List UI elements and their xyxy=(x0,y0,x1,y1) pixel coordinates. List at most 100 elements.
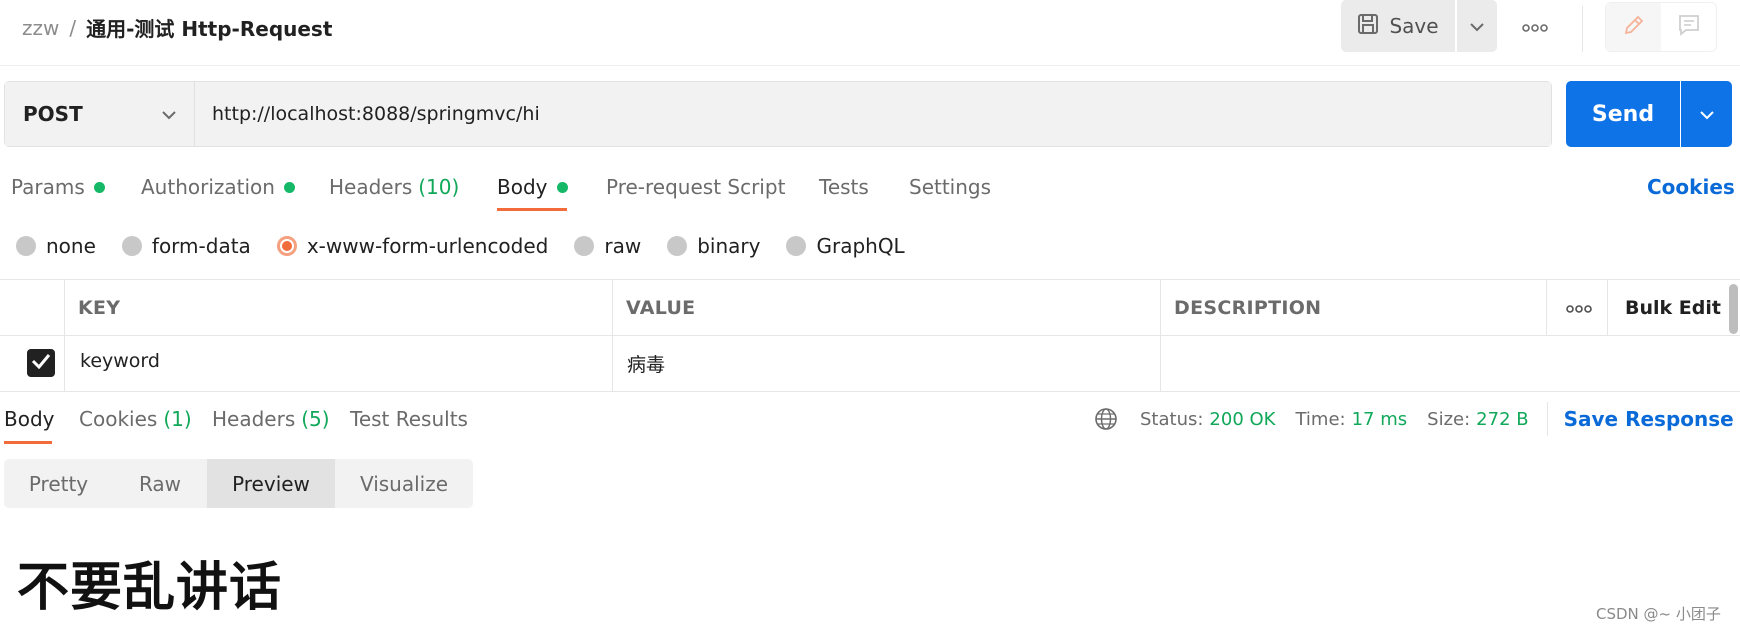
radio-raw[interactable]: raw xyxy=(574,234,641,258)
tab-response-body[interactable]: Body xyxy=(4,404,55,434)
radio-circle xyxy=(786,236,807,256)
table-row xyxy=(0,336,1740,392)
active-response-tab-indicator xyxy=(4,441,52,444)
request-tabs: Params Authorization Headers (10) Body P… xyxy=(0,172,1740,212)
view-tab-raw[interactable]: Raw xyxy=(113,459,207,508)
radio-graphql[interactable]: GraphQL xyxy=(786,234,905,258)
radio-circle xyxy=(574,236,595,256)
radio-form-data[interactable]: form-data xyxy=(121,234,251,258)
radio-binary[interactable]: binary xyxy=(667,234,760,258)
tab-settings[interactable]: Settings xyxy=(909,172,991,202)
method-label: POST xyxy=(23,102,83,126)
column-divider xyxy=(1607,280,1608,336)
cookies-link[interactable]: Cookies xyxy=(1647,172,1735,202)
method-select[interactable]: POST xyxy=(5,82,195,146)
status-divider xyxy=(1546,402,1548,436)
column-divider xyxy=(612,280,613,392)
watermark: CSDN @~ 小团子 xyxy=(1596,605,1721,623)
radio-none[interactable]: none xyxy=(16,234,96,258)
size-value[interactable]: 272 B xyxy=(1476,409,1528,430)
send-button-group: Send xyxy=(1566,81,1732,147)
chevron-down-icon xyxy=(162,105,176,124)
column-divider xyxy=(64,280,65,392)
pencil-icon xyxy=(1622,13,1646,41)
tab-response-headers[interactable]: Headers (5) xyxy=(212,404,330,434)
send-button[interactable]: Send xyxy=(1566,81,1680,147)
radio-circle xyxy=(667,236,688,256)
tab-label: Headers xyxy=(329,175,413,199)
comment-icon xyxy=(1677,13,1701,41)
tab-label: Pre-request Script xyxy=(606,175,786,199)
tab-label: Cookies xyxy=(79,407,158,431)
radio-label: x-www-form-urlencoded xyxy=(306,234,549,258)
radio-x-www-form-urlencoded[interactable]: x-www-form-urlencoded xyxy=(276,234,549,258)
globe-icon[interactable] xyxy=(1094,407,1118,431)
tab-tests[interactable]: Tests xyxy=(819,172,869,202)
tab-response-cookies[interactable]: Cookies (1) xyxy=(79,404,192,434)
tab-test-results[interactable]: Test Results xyxy=(350,404,468,434)
comments-button[interactable] xyxy=(1661,3,1716,51)
more-horizontal-icon xyxy=(1566,298,1592,317)
radio-label: GraphQL xyxy=(816,234,905,258)
side-panel-toggles xyxy=(1605,2,1717,52)
tab-label: Params xyxy=(11,175,85,199)
radio-label: raw xyxy=(604,234,642,258)
tab-label: Authorization xyxy=(141,175,275,199)
status-label: Status: xyxy=(1140,408,1204,430)
status-value[interactable]: 200 OK xyxy=(1209,409,1275,430)
tab-headers[interactable]: Headers (10) xyxy=(329,172,459,202)
size-label: Size: xyxy=(1427,408,1471,430)
more-horizontal-icon xyxy=(1522,17,1548,36)
tab-count: (1) xyxy=(163,407,192,431)
url-input[interactable] xyxy=(195,82,1551,146)
radio-circle xyxy=(16,236,36,256)
bulk-edit-button[interactable]: Bulk Edit xyxy=(1625,297,1721,319)
body-type-radio-group: none form-data x-www-form-urlencoded raw… xyxy=(16,231,931,261)
table-options-button[interactable] xyxy=(1564,295,1594,319)
tab-label: Body xyxy=(4,407,55,431)
edit-docs-button[interactable] xyxy=(1606,3,1661,51)
tab-label: Body xyxy=(497,175,548,199)
header-divider xyxy=(1582,6,1583,52)
tab-body[interactable]: Body xyxy=(497,172,568,202)
params-scrollbar[interactable] xyxy=(1729,284,1738,334)
response-status-bar: Status: 200 OK Time: 17 ms Size: 272 B S… xyxy=(1094,402,1740,436)
tab-pre-request-script[interactable]: Pre-request Script xyxy=(606,172,785,202)
more-options-button[interactable] xyxy=(1518,14,1552,38)
params-table: KEY VALUE DESCRIPTION Bulk Edit keyword … xyxy=(0,279,1740,392)
tab-label: Headers xyxy=(212,407,296,431)
breadcrumb-workspace[interactable]: zzw xyxy=(22,16,59,40)
active-tab-indicator xyxy=(497,208,567,211)
tab-params[interactable]: Params xyxy=(11,172,105,202)
tab-authorization[interactable]: Authorization xyxy=(141,172,295,202)
tab-count: (10) xyxy=(418,175,460,199)
response-preview-content: 不要乱讲话 xyxy=(17,558,283,618)
row-enabled-checkbox[interactable] xyxy=(27,349,55,377)
save-response-button[interactable]: Save Response xyxy=(1564,407,1740,431)
chevron-down-icon xyxy=(1699,105,1714,124)
checkmark-icon xyxy=(31,353,51,373)
response-view-tabs: Pretty Raw Preview Visualize xyxy=(4,459,473,508)
view-tab-preview[interactable]: Preview xyxy=(207,459,335,508)
request-header: zzw / 通用-测试 Http-Request Save xyxy=(0,0,1740,66)
radio-circle xyxy=(121,236,142,256)
param-value-cell[interactable]: 病毒 xyxy=(627,350,665,377)
send-dropdown-button[interactable] xyxy=(1681,81,1732,147)
save-button[interactable]: Save xyxy=(1341,0,1455,52)
breadcrumb: zzw / 通用-测试 Http-Request xyxy=(22,13,332,42)
time-value[interactable]: 17 ms xyxy=(1352,409,1408,430)
request-name[interactable]: 通用-测试 Http-Request xyxy=(86,13,332,42)
save-dropdown-button[interactable] xyxy=(1457,0,1497,52)
status-dot xyxy=(93,181,105,193)
radio-label: form-data xyxy=(151,234,251,258)
time-label: Time: xyxy=(1295,408,1346,430)
table-header xyxy=(0,280,1740,336)
status-dot xyxy=(283,181,295,193)
view-tab-pretty[interactable]: Pretty xyxy=(4,459,113,508)
tab-label: Test Results xyxy=(350,407,468,431)
view-tab-visualize[interactable]: Visualize xyxy=(335,459,473,508)
tab-label: Tests xyxy=(819,175,869,199)
radio-circle-selected xyxy=(276,236,297,256)
param-key-cell[interactable]: keyword xyxy=(80,350,160,372)
status-dot xyxy=(556,181,568,193)
